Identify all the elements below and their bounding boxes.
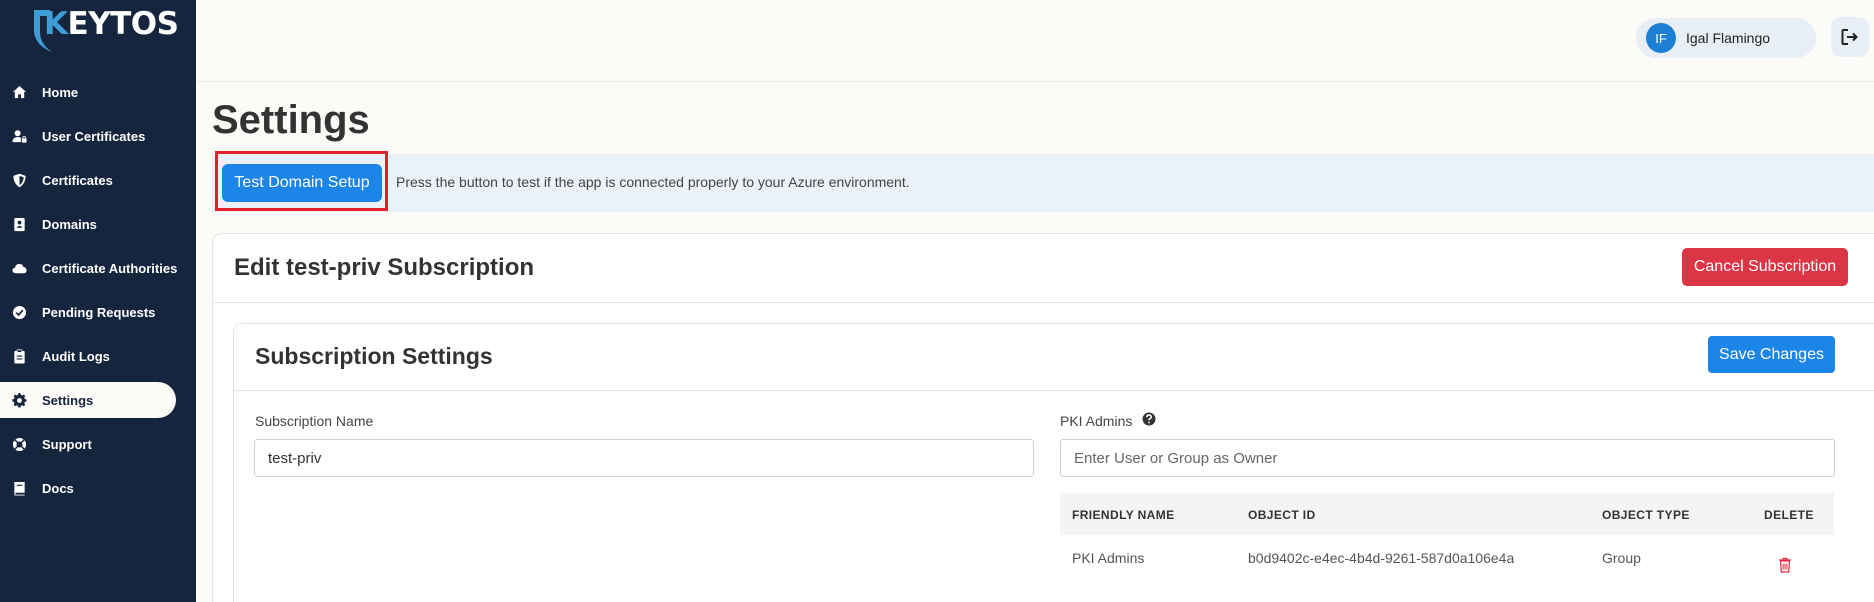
sidebar-item-label: Domains [42, 216, 97, 232]
user-lock-icon [10, 127, 28, 145]
user-menu[interactable]: IF Igal Flamingo [1636, 18, 1816, 58]
sidebar-item-settings[interactable]: Settings [0, 382, 176, 418]
sidebar-item-label: Certificate Authorities [42, 260, 178, 276]
logout-button[interactable] [1831, 17, 1869, 57]
cloud-icon [10, 259, 28, 277]
column-header-object-id: OBJECT ID [1248, 508, 1316, 522]
sidebar-item-label: Support [42, 436, 92, 452]
sidebar-item-support[interactable]: Support [0, 422, 196, 466]
top-bar [196, 0, 1874, 82]
sign-out-icon [1841, 29, 1858, 45]
row-friendly-name: PKI Admins [1072, 550, 1145, 566]
trash-icon[interactable] [1778, 557, 1792, 573]
sidebar-item-label: User Certificates [42, 128, 146, 144]
column-header-friendly-name: FRIENDLY NAME [1072, 508, 1175, 522]
row-object-type: Group [1602, 550, 1641, 566]
column-header-object-type: OBJECT TYPE [1602, 508, 1690, 522]
test-domain-setup-button[interactable]: Test Domain Setup [222, 164, 382, 202]
save-changes-button[interactable]: Save Changes [1708, 336, 1835, 373]
home-icon [10, 83, 28, 101]
sidebar-item-label: Audit Logs [42, 348, 110, 364]
row-object-id: b0d9402c-e4ec-4b4d-9261-587d0a106e4a [1248, 550, 1515, 566]
edit-subscription-title: Edit test-priv Subscription [234, 254, 535, 281]
question-circle-icon[interactable] [1142, 412, 1156, 426]
sidebar-item-label: Pending Requests [42, 304, 156, 320]
avatar: IF [1646, 23, 1676, 53]
page-title: Settings [212, 98, 370, 142]
sidebar: KEYTOS Home User Certificates Certificat… [0, 0, 196, 602]
brand-logo[interactable]: KEYTOS [44, 6, 179, 42]
sidebar-item-user-certificates[interactable]: User Certificates [0, 114, 196, 158]
subscription-name-label: Subscription Name [255, 413, 374, 429]
sidebar-item-audit-logs[interactable]: Audit Logs [0, 334, 196, 378]
user-name: Igal Flamingo [1686, 30, 1771, 46]
sidebar-item-label: Settings [42, 392, 94, 408]
sidebar-item-label: Certificates [42, 172, 113, 188]
pki-admins-label: PKI Admins [1060, 413, 1133, 429]
sidebar-item-certificates[interactable]: Certificates [0, 158, 196, 202]
sidebar-item-label: Docs [42, 480, 74, 496]
subscription-settings-title: Subscription Settings [255, 343, 493, 369]
sidebar-item-domains[interactable]: Domains [0, 202, 196, 246]
divider [234, 390, 1874, 391]
sidebar-item-docs[interactable]: Docs [0, 466, 196, 510]
gear-icon [10, 391, 28, 409]
check-circle-icon [10, 303, 28, 321]
lifebuoy-icon [10, 435, 28, 453]
shield-icon [10, 171, 28, 189]
sidebar-nav: Home User Certificates Certificates Doma… [0, 70, 196, 510]
sidebar-item-label: Home [42, 84, 79, 100]
divider [213, 302, 1874, 303]
pki-admins-search-input[interactable]: Enter User or Group as Owner [1060, 439, 1835, 477]
subscription-name-input[interactable]: test-priv [254, 439, 1034, 477]
column-header-delete: DELETE [1764, 508, 1814, 522]
address-book-icon [10, 215, 28, 233]
admins-table-header: FRIENDLY NAME OBJECT ID OBJECT TYPE DELE… [1060, 493, 1834, 535]
cancel-subscription-button[interactable]: Cancel Subscription [1682, 248, 1848, 286]
clipboard-icon [10, 347, 28, 365]
sidebar-item-pending-requests[interactable]: Pending Requests [0, 290, 196, 334]
sidebar-item-home[interactable]: Home [0, 70, 196, 114]
book-icon [10, 479, 28, 497]
test-domain-description: Press the button to test if the app is c… [396, 174, 910, 190]
sidebar-item-certificate-authorities[interactable]: Certificate Authorities [0, 246, 196, 290]
